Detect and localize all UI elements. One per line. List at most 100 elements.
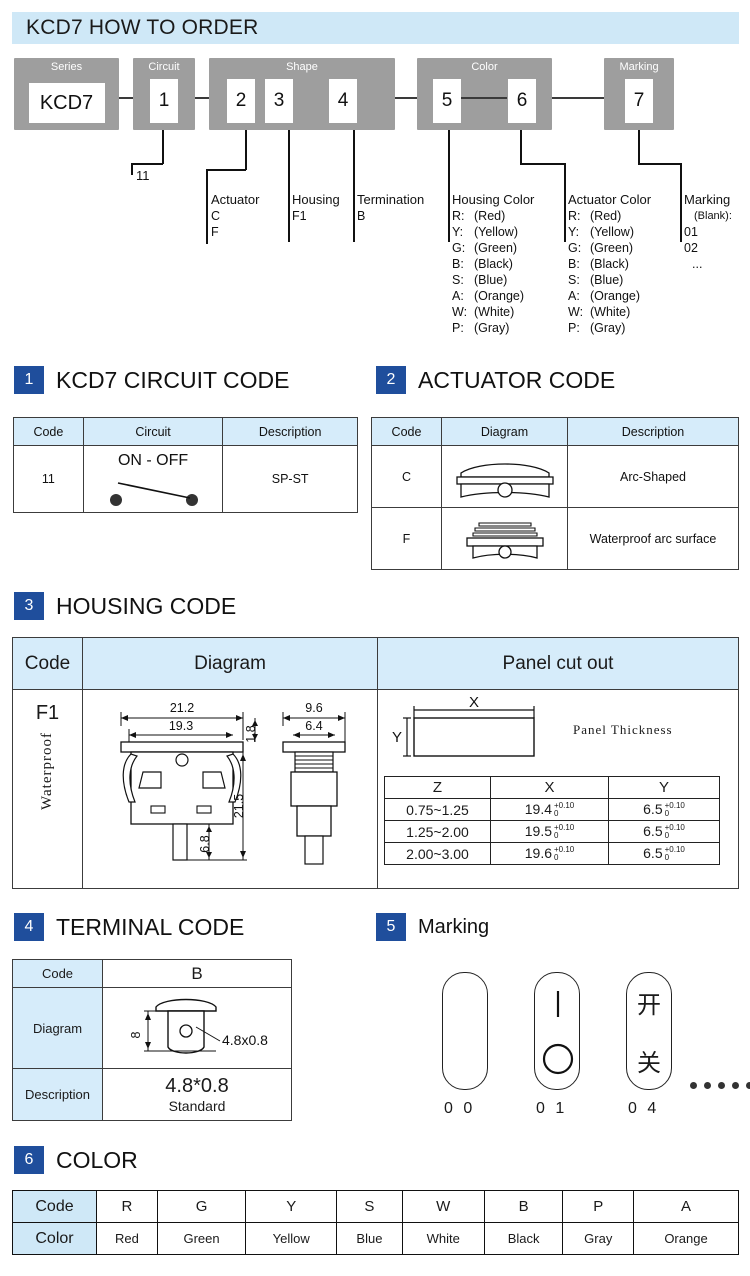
column-header-code: Code [13,638,83,690]
row-label-description: Description [12,1068,103,1121]
dim-terminal-length: 6.8 [198,835,212,852]
table-header-row: Code Circuit Description [13,417,358,446]
legend-actuator-item: F [211,225,219,239]
arc-rocker-icon [455,462,554,498]
order-connector [195,97,209,99]
legend-color-item: B: (Black) [452,256,534,272]
marking-samples: 0 0 0 1 开 关 0 4 [400,960,750,1140]
legend-color-item: W: (White) [568,304,651,320]
legend-color-name: (Green) [474,241,518,255]
table-row: Diagram 8 4.8x0.8 [12,987,292,1069]
cell-color-code: G [156,1190,247,1223]
order-group-label: Marking [619,61,659,73]
dot-icon [718,1082,725,1089]
order-cell-shape-4: 4 [329,79,357,123]
table-row: C Arc-Shaped [371,445,739,508]
section-number-badge: 5 [376,913,406,941]
dot-icon [704,1082,711,1089]
marking-more-dots [690,1082,750,1089]
table-row: F1 Waterproof 21.2 19.3 1.8 21.5 6.8 9.6… [13,690,738,888]
legend-actuator-color: Actuator Color R: (Red) Y: (Yellow) G: (Gre… [568,192,651,336]
column-header-code: Code [13,417,84,446]
legend-color-name: (Orange) [474,289,525,303]
cell-color-code: Y [245,1190,338,1223]
legend-marking-item: ... [692,257,703,271]
cell-actuator-diagram [441,507,568,570]
dim-side-inner: 6.4 [305,719,322,733]
order-cell-shape-2: 2 [227,79,255,123]
legend-color-code: W: [568,305,584,319]
legend-termination: Termination B [357,192,424,224]
legend-color-name: (Yellow) [590,225,635,239]
order-cell-color-5: 5 [433,79,461,123]
actuator-code-table: Code Diagram Description C Arc-Shaped F [371,417,739,570]
legend-color-code: A: [568,289,580,303]
legend-color-code: G: [568,241,582,255]
cell-panel-cutout: X Y Panel Thickness Z X Y 0.75~1.25 19.4… [378,690,738,888]
section-number-badge: 3 [14,592,44,620]
leader-line-termination [353,130,355,242]
legend-color-name: (Black) [474,257,513,271]
cell-x-value: 19.4 +0.10 0 [490,798,609,821]
leader-line-actuator [206,169,208,244]
cell-actuator-diagram [441,445,568,508]
marking-caption-00: 0 0 [444,1100,476,1117]
housing-code-table: Code Diagram Panel cut out F1 Waterproof [12,637,739,889]
cell-z-range: 0.75~1.25 [384,798,491,821]
x-tolerance: +0.10 0 [554,801,575,819]
leader-line-marking [638,130,640,164]
cell-color-name: Green [156,1222,247,1255]
legend-color-name: (Orange) [590,289,641,303]
dot-icon [746,1082,750,1089]
leader-line-actuator-color [564,163,566,242]
color-table: Code R G Y S W B P A Color Red Green Yel… [12,1190,739,1255]
cell-color-code: W [401,1190,485,1223]
y-nominal: 6.5 [643,822,663,839]
cell-color-name: Gray [562,1222,635,1255]
leader-line-marking [680,163,682,242]
legend-termination-item: B [357,209,366,223]
x-tolerance: +0.10 0 [554,845,575,863]
table-row: 0.75~1.25 19.4 +0.10 0 6.5 +0.10 0 [384,798,720,821]
waterproof-rocker-icon [465,521,544,559]
legend-marking: Marking (Blank): 01 02 ... [684,192,732,272]
row-label-diagram: Diagram [12,987,103,1069]
column-header-description: Description [222,417,358,446]
section-title: TERMINAL CODE [56,913,245,940]
column-header-panel-cutout: Panel cut out [378,638,738,690]
column-header-diagram: Diagram [83,638,378,690]
leader-line-circuit [162,130,164,164]
legend-color-item: B: (Black) [568,256,651,272]
order-group-color: Color 5 6 [417,58,552,130]
dim-flange-thickness: 1.8 [244,725,258,742]
dim-terminal-height: 8 [129,1031,143,1038]
order-group-shape: Shape 2 3 4 [209,58,395,130]
legend-color-item: Y: (Yellow) [452,224,534,240]
column-header-z: Z [384,776,491,799]
y-tolerance: +0.10 0 [664,801,685,819]
cell-description: Waterproof arc surface [567,507,739,570]
legend-color-item: Y: (Yellow) [568,224,651,240]
leader-line-actuator [245,130,247,170]
order-group-series: Series KCD7 [14,58,119,130]
order-cell-marking: 7 [625,79,653,123]
column-header-code: Code [371,417,442,446]
legend-color-item: R: (Red) [568,208,651,224]
order-connector [395,97,417,99]
dim-height: 21.5 [232,794,246,818]
column-header-description: Description [567,417,739,446]
legend-color-item: P: (Gray) [568,320,651,336]
legend-marking-title: Marking [684,192,731,207]
table-row: 1.25~2.00 19.5 +0.10 0 6.5 +0.10 0 [384,820,720,843]
legend-color-item: S: (Blue) [568,272,651,288]
legend-color-code: W: [452,305,468,319]
table-row: Code B [12,959,292,988]
cell-color-name: Yellow [245,1222,338,1255]
table-row: 11 ON - OFF SP-ST [13,445,358,513]
section-heading-terminal-code: 4 TERMINAL CODE [14,913,244,941]
order-connector [119,97,133,99]
table-header-row: Code Diagram Description [371,417,739,446]
leader-line-marking [638,163,681,165]
legend-color-name: (White) [590,305,631,319]
legend-color-name: (Yellow) [474,225,519,239]
